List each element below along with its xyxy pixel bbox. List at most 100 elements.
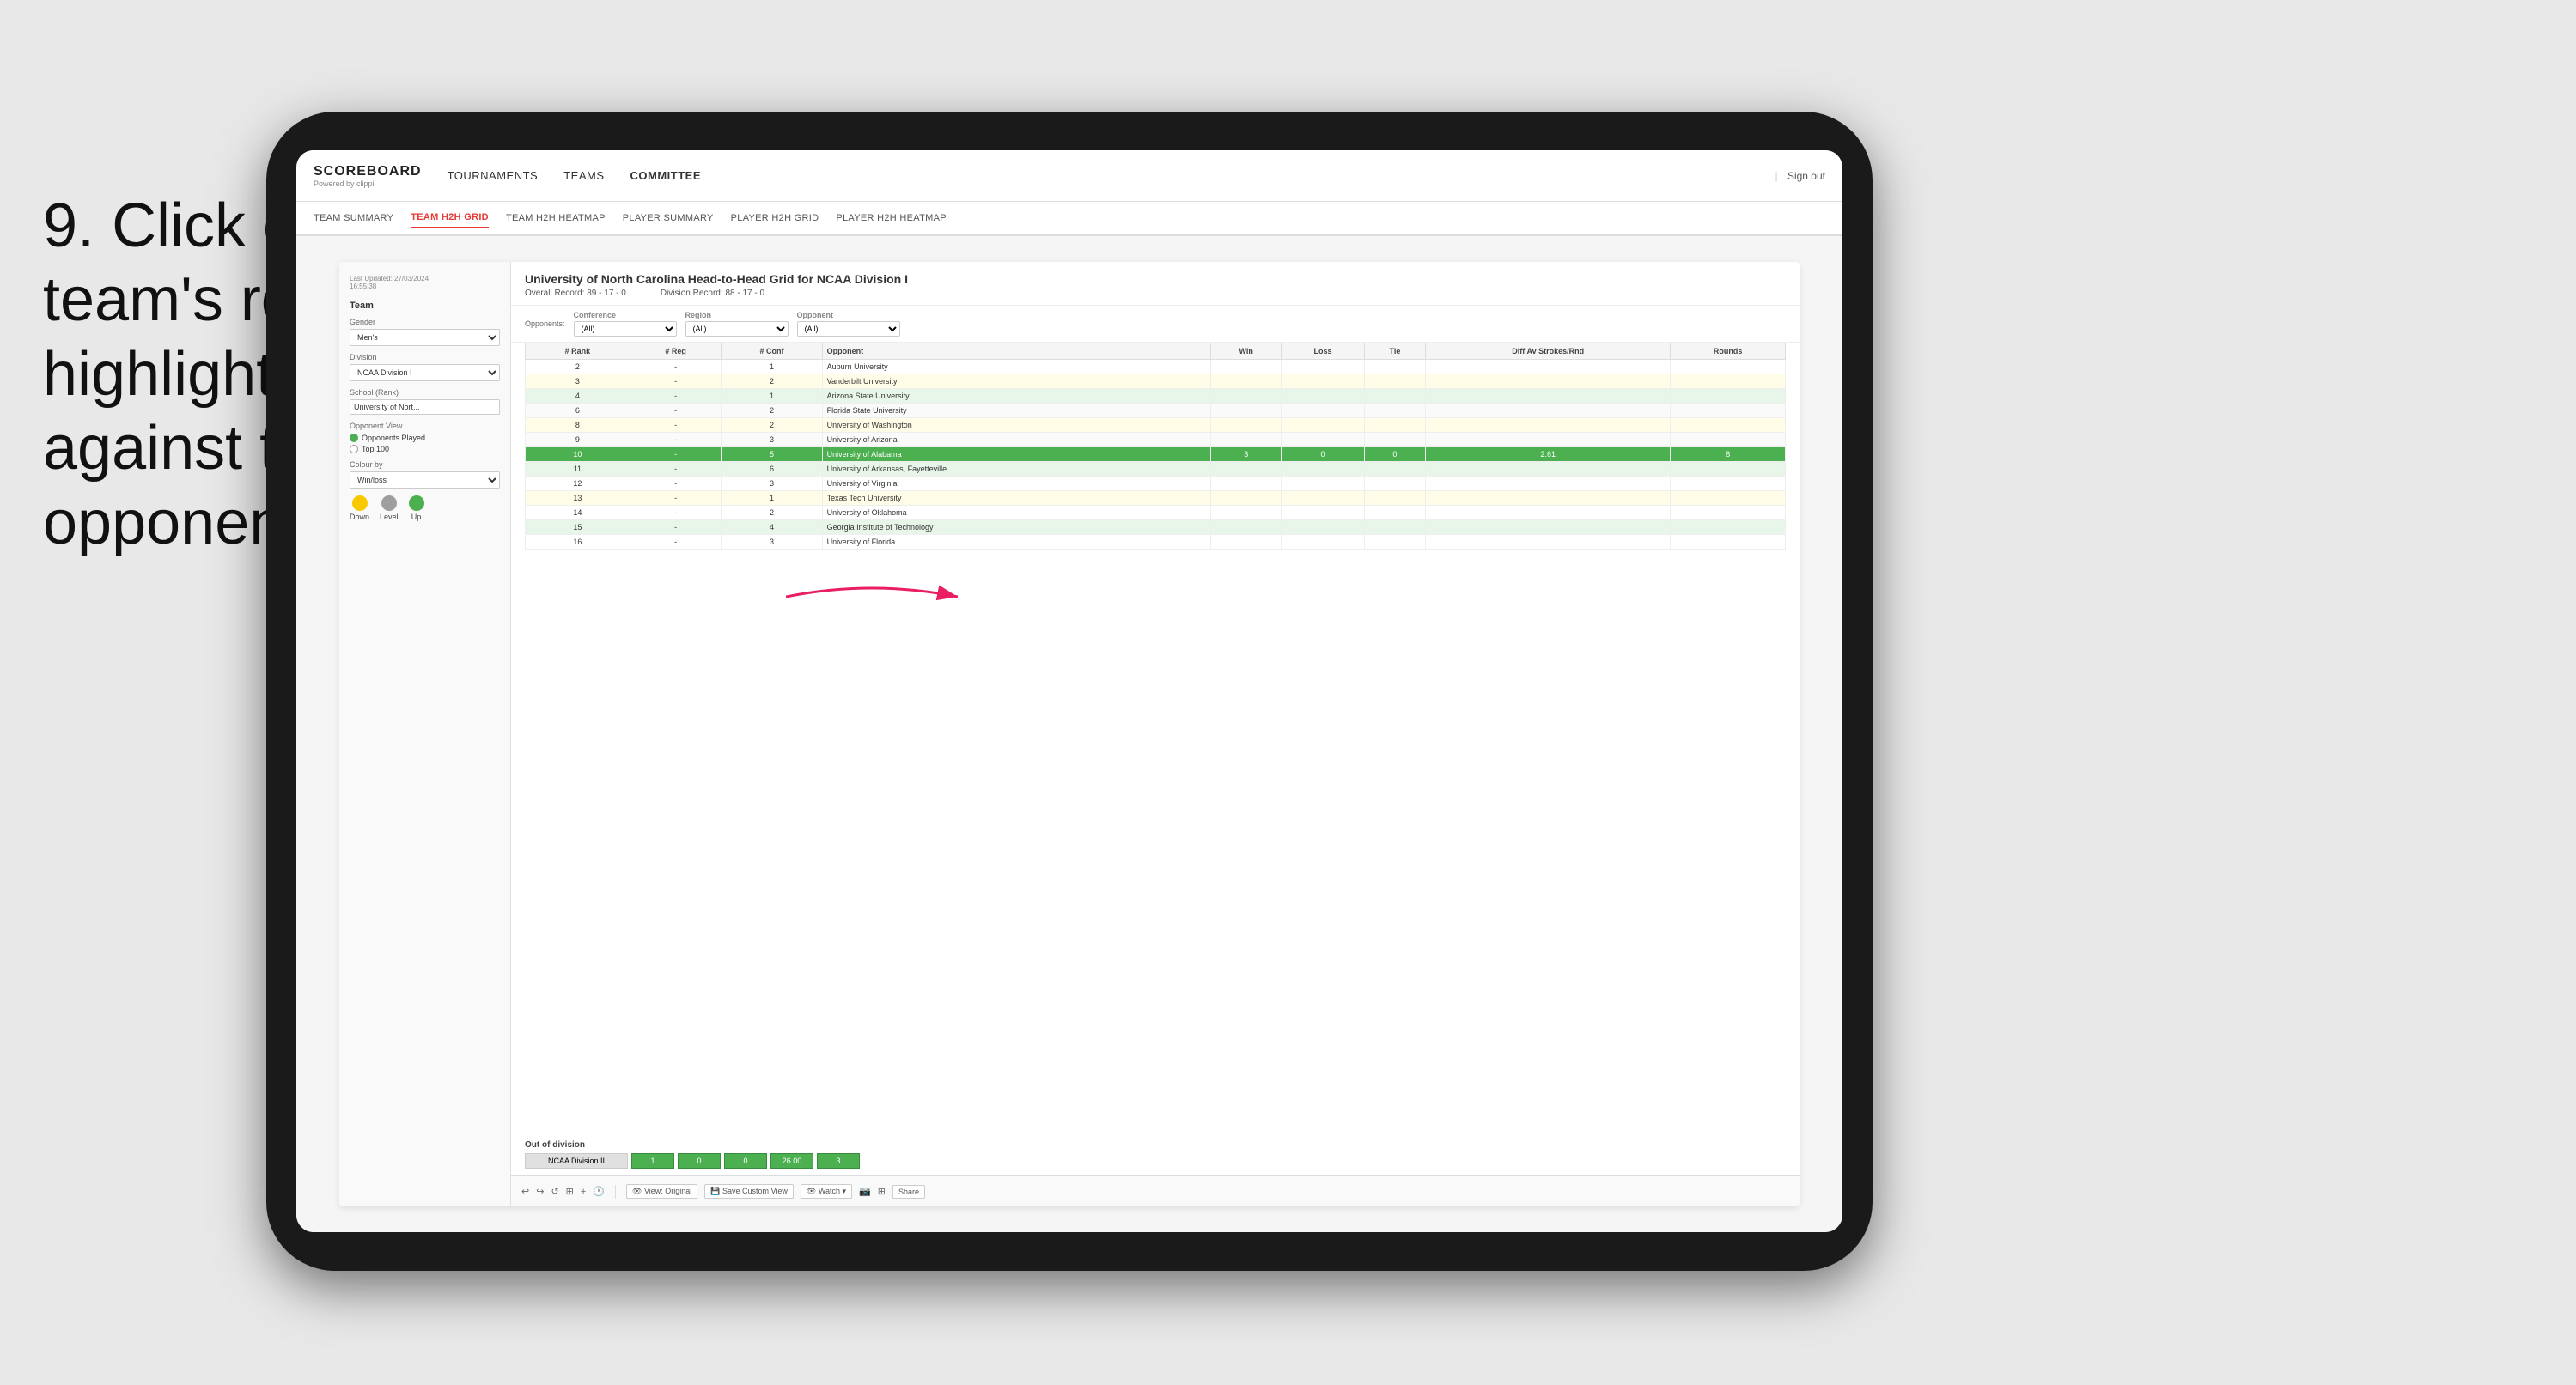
tab-team-h2h-heatmap[interactable]: TEAM H2H HEATMAP [506, 209, 606, 228]
out-div-win: 1 [631, 1153, 674, 1169]
grid-header: University of North Carolina Head-to-Hea… [511, 262, 1800, 306]
bottom-toolbar: ↩ ↪ ↺ ⊞ + 🕐 👁 View: Original 💾 Save Cust… [511, 1175, 1800, 1206]
tab-player-h2h-grid[interactable]: PLAYER H2H GRID [731, 209, 819, 228]
sidebar-opponent-view-label: Opponent View [350, 422, 500, 430]
table-row[interactable]: 12-3University of Virginia [526, 477, 1786, 491]
filter-conference: Conference (All) [574, 311, 677, 337]
logo-sub: Powered by clippi [314, 179, 422, 188]
sidebar-division-label: Division [350, 353, 500, 361]
col-loss: Loss [1282, 343, 1364, 360]
colour-up: Up [409, 495, 424, 521]
grid-records: Overall Record: 89 - 17 - 0 Division Rec… [525, 289, 1786, 298]
logo-text: SCOREBOARD [314, 164, 422, 179]
out-of-division-row[interactable]: NCAA Division II 1 0 0 26.00 3 [525, 1153, 1786, 1169]
sidebar-school-label: School (Rank) [350, 388, 500, 397]
out-of-division-section: Out of division NCAA Division II 1 0 0 2… [511, 1133, 1800, 1175]
watch-btn[interactable]: 👁 Watch ▾ [801, 1184, 852, 1199]
data-table: # Rank # Reg # Conf Opponent Win Loss Ti… [511, 343, 1800, 1133]
sidebar-gender-select[interactable]: Men's [350, 329, 500, 346]
grid-title: University of North Carolina Head-to-Hea… [525, 272, 1786, 286]
col-tie: Tie [1364, 343, 1426, 360]
radio-opponents-played[interactable]: Opponents Played [350, 434, 500, 442]
table-row[interactable]: 11-6University of Arkansas, Fayetteville [526, 462, 1786, 477]
table-row[interactable]: 2-1Auburn University [526, 360, 1786, 374]
nav-right: | Sign out [1775, 170, 1825, 182]
redo-icon[interactable]: ↪ [536, 1186, 544, 1197]
nav-teams[interactable]: TEAMS [563, 165, 604, 186]
reset-icon[interactable]: ↺ [551, 1186, 558, 1197]
grid-area: University of North Carolina Head-to-Hea… [511, 262, 1800, 1206]
sidebar-school-value[interactable]: University of Nort... [350, 399, 500, 415]
radio-top100[interactable]: Top 100 [350, 445, 500, 453]
radio-top100-dot [350, 445, 358, 453]
undo-icon[interactable]: ↩ [521, 1186, 529, 1197]
table-row[interactable]: 9-3University of Arizona [526, 433, 1786, 447]
sidebar-division-select[interactable]: NCAA Division I [350, 364, 500, 381]
table-row[interactable]: 6-2Florida State University [526, 404, 1786, 418]
out-div-loss: 0 [678, 1153, 721, 1169]
sidebar: Last Updated: 27/03/2024 16:55:38 Team G… [339, 262, 511, 1206]
col-diff: Diff Av Strokes/Rnd [1426, 343, 1671, 360]
table-row[interactable]: 15-4Georgia Institute of Technology [526, 520, 1786, 535]
sidebar-colour-select[interactable]: Win/loss [350, 471, 500, 489]
main-content: Last Updated: 27/03/2024 16:55:38 Team G… [296, 236, 1842, 1232]
table-row[interactable]: 3-2Vanderbilt University [526, 374, 1786, 389]
col-rank: # Rank [526, 343, 630, 360]
col-reg: # Reg [630, 343, 722, 360]
colour-level: Level [380, 495, 399, 521]
sign-out-link[interactable]: Sign out [1787, 170, 1825, 182]
radio-opponents-played-dot [350, 434, 358, 442]
sidebar-colour-label: Colour by [350, 460, 500, 469]
logo-area: SCOREBOARD Powered by clippi [314, 164, 422, 188]
out-div-diff: 26.00 [770, 1153, 813, 1169]
tab-player-summary[interactable]: PLAYER SUMMARY [623, 209, 714, 228]
filter-opponent: Opponent (All) [797, 311, 900, 337]
col-opponent: Opponent [822, 343, 1210, 360]
grid-icon[interactable]: ⊞ [878, 1186, 886, 1197]
tab-team-summary[interactable]: TEAM SUMMARY [314, 209, 393, 228]
clock-icon[interactable]: 🕐 [593, 1186, 605, 1197]
camera-icon[interactable]: 📷 [859, 1186, 871, 1197]
tab-team-h2h-grid[interactable]: TEAM H2H GRID [411, 208, 489, 228]
filter-row: Opponents: Conference (All) Region (All) [511, 306, 1800, 343]
tab-player-h2h-heatmap[interactable]: PLAYER H2H HEATMAP [836, 209, 946, 228]
tablet-screen: SCOREBOARD Powered by clippi TOURNAMENTS… [296, 150, 1842, 1232]
overall-record: Overall Record: 89 - 17 - 0 [525, 289, 626, 298]
division-record: Division Record: 88 - 17 - 0 [661, 289, 764, 298]
out-div-tie: 0 [724, 1153, 767, 1169]
table-row[interactable]: 4-1Arizona State University [526, 389, 1786, 404]
filter-opponent-select[interactable]: (All) [797, 321, 900, 337]
colour-dot-level [381, 495, 397, 511]
colour-dot-down [352, 495, 368, 511]
table-row[interactable]: 16-3University of Florida [526, 535, 1786, 550]
out-div-rounds: 3 [817, 1153, 860, 1169]
content-panel: Last Updated: 27/03/2024 16:55:38 Team G… [339, 262, 1800, 1206]
sidebar-gender-label: Gender [350, 318, 500, 326]
colour-legend: Down Level Up [350, 495, 500, 521]
filter-region-select[interactable]: (All) [685, 321, 789, 337]
table-row[interactable]: 13-1Texas Tech University [526, 491, 1786, 506]
colour-down: Down [350, 495, 369, 521]
share-btn[interactable]: Share [892, 1185, 925, 1199]
table-row[interactable]: 14-2University of Oklahoma [526, 506, 1786, 520]
sidebar-timestamp: Last Updated: 27/03/2024 16:55:38 [350, 275, 500, 290]
out-div-label: NCAA Division II [525, 1153, 628, 1169]
copy-icon[interactable]: ⊞ [566, 1186, 574, 1197]
col-conf: # Conf [722, 343, 822, 360]
more-icon[interactable]: + [581, 1187, 586, 1197]
view-original-btn[interactable]: 👁 View: Original [626, 1184, 697, 1199]
col-rounds: Rounds [1671, 343, 1786, 360]
nav-committee[interactable]: COMMITTEE [630, 165, 702, 186]
toolbar-separator-1 [615, 1185, 616, 1199]
filter-region: Region (All) [685, 311, 789, 337]
filter-conference-select[interactable]: (All) [574, 321, 677, 337]
sub-navigation: TEAM SUMMARY TEAM H2H GRID TEAM H2H HEAT… [296, 202, 1842, 236]
instruction-number: 9. [43, 191, 94, 260]
nav-tournaments[interactable]: TOURNAMENTS [448, 165, 539, 186]
table-row[interactable]: 8-2University of Washington [526, 418, 1786, 433]
sidebar-team-title: Team [350, 301, 500, 311]
tablet-device: SCOREBOARD Powered by clippi TOURNAMENTS… [266, 112, 1873, 1271]
table-row[interactable]: 10-5University of Alabama3002.618 [526, 447, 1786, 462]
save-custom-view-btn[interactable]: 💾 Save Custom View [704, 1184, 794, 1199]
sidebar-radio-group: Opponents Played Top 100 [350, 434, 500, 453]
